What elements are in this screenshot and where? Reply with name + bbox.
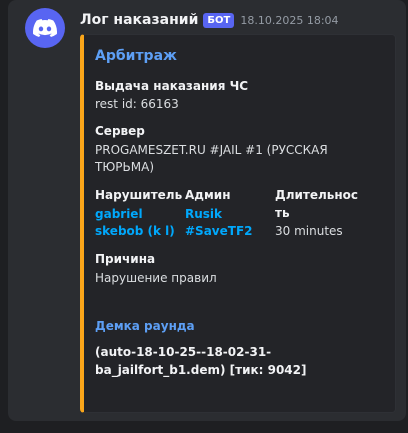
author-name[interactable]: Лог наказаний <box>80 12 198 28</box>
server-value-line2: ТЮРЬМА) <box>95 160 154 174</box>
message-header: Лог наказаний БОТ 18.10.2025 18:04 <box>80 12 339 28</box>
server-value-line1: PROGAMESZET.RU #JAIL #1 (РУССКАЯ <box>95 143 328 157</box>
demo-file-line1: (auto-18-10-25--18-02-31- <box>95 345 272 359</box>
offender-name-line1[interactable]: gabriel <box>95 206 143 223</box>
admin-name-line1[interactable]: Rusik <box>185 206 222 223</box>
demo-file-line2: ba_jailfort_b1.dem) [тик: 9042] <box>95 363 307 377</box>
offender-name-line2[interactable]: skebob (k l) <box>95 223 175 240</box>
bot-badge: БОТ <box>203 12 235 28</box>
admin-name-line2[interactable]: #SaveTF2 <box>185 223 253 240</box>
discord-logo-icon <box>33 19 57 37</box>
admin-label: Админ <box>185 188 231 202</box>
duration-value: 30 minutes <box>275 224 343 238</box>
offender-label: Нарушитель <box>95 188 183 202</box>
reason-label: Причина <box>95 252 156 266</box>
duration-label-line1: Длительнос <box>275 188 359 202</box>
message-timestamp[interactable]: 18.10.2025 18:04 <box>240 14 338 27</box>
bot-avatar[interactable] <box>25 8 65 48</box>
duration-label-line2: ть <box>275 206 290 220</box>
demo-link[interactable]: Демка раунда <box>95 319 195 333</box>
server-label: Сервер <box>95 124 145 138</box>
message-container: Лог наказаний БОТ 18.10.2025 18:04 Арбит… <box>8 0 406 421</box>
punishment-type: Выдача наказания ЧС <box>95 79 249 93</box>
rest-id: rest id: 66163 <box>95 97 179 111</box>
embed-title[interactable]: Арбитраж <box>95 48 177 64</box>
embed-card: Арбитраж Выдача наказания ЧС rest id: 66… <box>80 34 396 413</box>
reason-value: Нарушение правил <box>95 271 217 285</box>
